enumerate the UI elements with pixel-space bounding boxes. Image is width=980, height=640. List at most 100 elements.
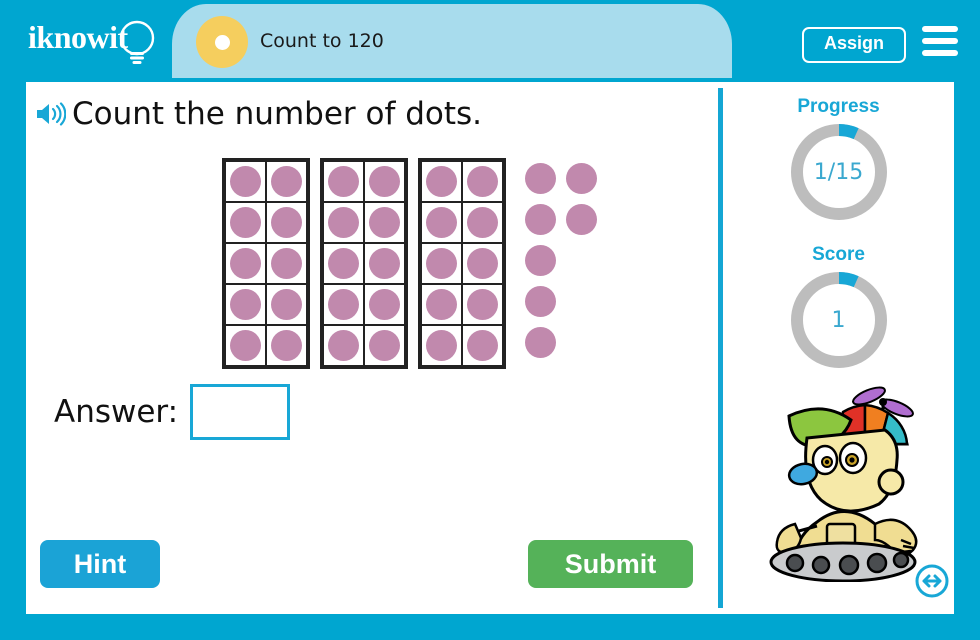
dot [230, 248, 261, 279]
dot [271, 207, 302, 238]
lesson-badge-icon [196, 16, 248, 68]
dot [566, 204, 597, 235]
loose-dot-slot [561, 322, 602, 363]
speaker-audio-icon[interactable] [34, 100, 66, 128]
dot [525, 327, 556, 358]
ten-frame-cell [364, 325, 405, 366]
dot [525, 163, 556, 194]
dot [369, 166, 400, 197]
ten-frame-cell [323, 243, 364, 284]
ten-frame-cell [266, 284, 307, 325]
dot [328, 166, 359, 197]
status-sidebar: Progress 1/15 Score 1 [723, 82, 954, 614]
dot [467, 166, 498, 197]
ten-frame-cell [266, 243, 307, 284]
dot [467, 248, 498, 279]
lesson-title: Count to 120 [260, 30, 384, 52]
ten-frame-cell [323, 161, 364, 202]
dot [230, 207, 261, 238]
dot [426, 330, 457, 361]
ten-frame-cell [364, 161, 405, 202]
score-ring: 1 [787, 268, 891, 372]
ten-frame-cell [364, 202, 405, 243]
loose-dot-slot [561, 281, 602, 322]
hint-button[interactable]: Hint [40, 540, 160, 588]
answer-input[interactable] [190, 384, 291, 440]
score-value: 1 [831, 307, 846, 333]
dot [426, 166, 457, 197]
loose-dot-slot [520, 158, 561, 199]
lesson-title-tab: Count to 120 [172, 4, 732, 78]
dot [230, 166, 261, 197]
ten-frame-cell [323, 202, 364, 243]
brand-logo[interactable]: iknowit [26, 11, 166, 73]
ten-frame-cell [421, 161, 462, 202]
dot [525, 286, 556, 317]
menu-bar [922, 38, 958, 44]
ten-frame-cell [462, 161, 503, 202]
lightbulb-icon [119, 20, 155, 64]
dot [369, 289, 400, 320]
ten-frame-cell [462, 284, 503, 325]
answer-label: Answer: [54, 394, 179, 430]
score-meter: Score 1 [723, 244, 954, 372]
app-header: iknowit Count to 120 Assign [0, 0, 980, 82]
progress-ring: 1/15 [787, 120, 891, 224]
robot-mascot-icon [769, 386, 918, 582]
dot [426, 248, 457, 279]
loose-dot-slot [520, 199, 561, 240]
dot [369, 248, 400, 279]
ten-frame-cell [266, 325, 307, 366]
ten-frame-cell [225, 243, 266, 284]
question-text: Count the number of dots. [72, 96, 483, 132]
loose-dot-slot [520, 240, 561, 281]
dot [426, 207, 457, 238]
dot [328, 207, 359, 238]
ten-frame-cell [225, 325, 266, 366]
dot [328, 330, 359, 361]
dot [271, 289, 302, 320]
dot [467, 207, 498, 238]
lesson-badge-inner-dot [214, 34, 230, 50]
dot [369, 207, 400, 238]
menu-bar [922, 50, 958, 56]
score-label: Score [812, 244, 865, 265]
dot [467, 289, 498, 320]
ten-frame-cell [462, 243, 503, 284]
dots-diagram [26, 150, 716, 380]
ten-frame-cell [462, 325, 503, 366]
ten-frame-cell [364, 284, 405, 325]
left-right-arrow-icon[interactable] [915, 564, 949, 598]
submit-button[interactable]: Submit [528, 540, 693, 588]
brand-logo-text: iknowit [28, 19, 128, 55]
assign-button[interactable]: Assign [801, 27, 906, 63]
dot [230, 289, 261, 320]
dot [566, 163, 597, 194]
dot [467, 330, 498, 361]
loose-dot-slot [520, 322, 561, 363]
progress-meter: Progress 1/15 [723, 96, 954, 224]
dot [328, 248, 359, 279]
menu-bar [922, 26, 958, 32]
dot [230, 330, 261, 361]
ten-frame-cell [266, 161, 307, 202]
ten-frame [320, 158, 408, 369]
ten-frame-cell [266, 202, 307, 243]
dot [525, 245, 556, 276]
question-row: Count the number of dots. [34, 96, 482, 132]
ten-frame-cell [225, 161, 266, 202]
dot [271, 166, 302, 197]
ten-frame-cell [462, 202, 503, 243]
answer-row: Answer: [54, 384, 291, 440]
loose-dots-group [520, 158, 602, 363]
progress-label: Progress [797, 96, 880, 117]
hamburger-menu-icon[interactable] [922, 26, 958, 56]
dot [525, 204, 556, 235]
progress-value: 1/15 [813, 159, 864, 185]
ten-frame-cell [421, 325, 462, 366]
dot [271, 248, 302, 279]
ten-frame-cell [421, 243, 462, 284]
dot [369, 330, 400, 361]
ten-frame-cell [364, 243, 405, 284]
loose-dot-slot [561, 158, 602, 199]
